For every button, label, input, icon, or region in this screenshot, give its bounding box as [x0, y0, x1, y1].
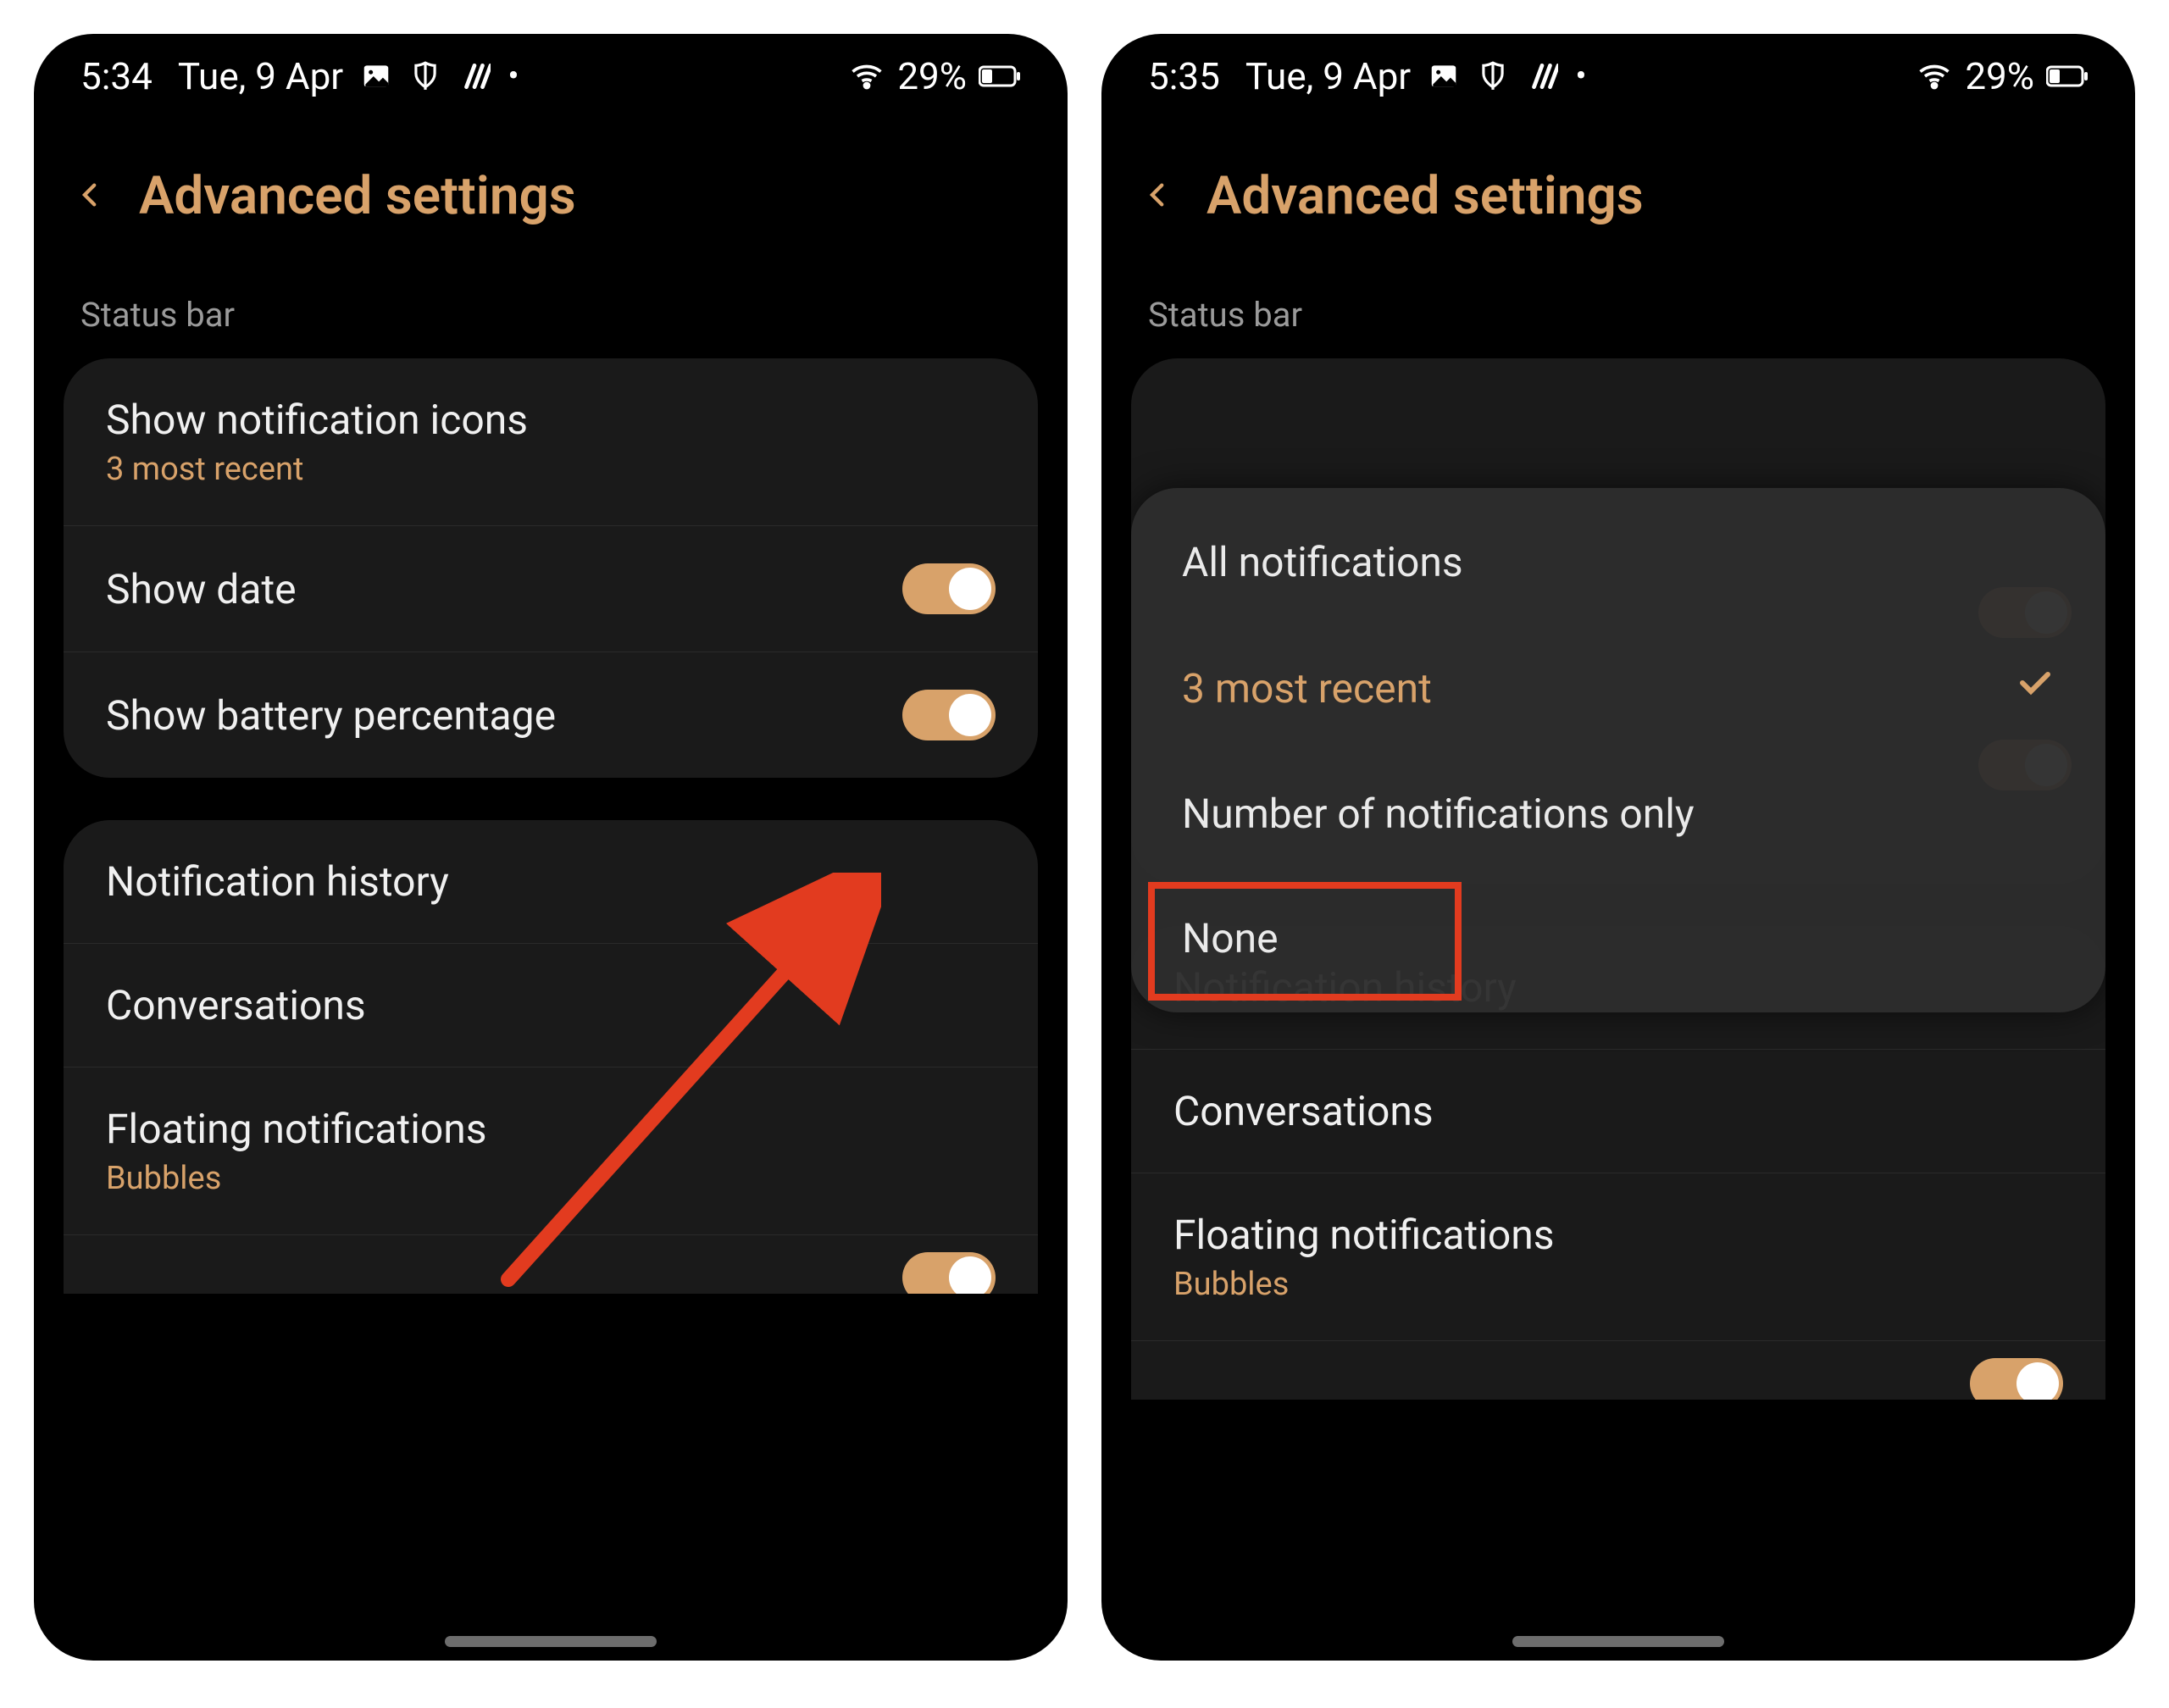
page-title: Advanced settings [1207, 165, 1644, 227]
shield-icon [409, 60, 441, 92]
row-title: Floating notifications [106, 1105, 996, 1153]
status-bar: 5:35 Tue, 9 Apr • 29% [1101, 34, 2135, 119]
option-3-most-recent[interactable]: 3 most recent [1131, 624, 2105, 751]
row-show-battery-percentage[interactable]: Show battery percentage [64, 652, 1038, 778]
row-title: Show battery percentage [106, 691, 902, 740]
row-notification-history[interactable]: Notification history [64, 820, 1038, 943]
toggle-show-date[interactable] [902, 563, 996, 614]
row-conversations[interactable]: Conversations [64, 943, 1038, 1067]
chevron-left-icon [1144, 180, 1173, 209]
option-label: None [1182, 914, 1279, 962]
row-title: Conversations [1173, 1087, 2063, 1135]
option-none[interactable]: None [1131, 876, 2105, 1001]
row-partial [1131, 1340, 2105, 1400]
row-show-date[interactable]: Show date [64, 525, 1038, 652]
row-title: Conversations [106, 981, 996, 1029]
section-label-status-bar: Status bar [34, 269, 1068, 358]
toggle-partial[interactable] [902, 1252, 996, 1295]
row-show-notification-icons[interactable]: Show notification icons 3 most recent [64, 358, 1038, 525]
option-label: All notifications [1182, 538, 1463, 586]
page-header: Advanced settings [34, 119, 1068, 269]
shield-icon [1477, 60, 1509, 92]
stripes-icon [458, 60, 491, 92]
navigation-bar-pill[interactable] [1512, 1636, 1724, 1647]
row-subtitle: 3 most recent [106, 451, 996, 488]
wifi-icon [848, 58, 885, 95]
status-bar: 5:34 Tue, 9 Apr • 29% [34, 34, 1068, 119]
option-number-only[interactable]: Number of notifications only [1131, 751, 2105, 876]
option-all-notifications[interactable]: All notifications [1131, 500, 2105, 624]
row-title: Show date [106, 565, 902, 613]
status-date: Tue, 9 Apr [1245, 54, 1411, 98]
page-header: Advanced settings [1101, 119, 2135, 269]
row-floating-notifications[interactable]: Floating notifications Bubbles [64, 1067, 1038, 1234]
status-battery-text: 29% [1965, 54, 2034, 98]
option-label: 3 most recent [1182, 664, 1432, 713]
phone-right: 5:35 Tue, 9 Apr • 29% Advanced settings … [1101, 34, 2135, 1661]
status-time: 5:35 [1148, 54, 1220, 98]
check-icon [2014, 663, 2055, 713]
toggle-partial[interactable] [1970, 1358, 2063, 1400]
status-time: 5:34 [80, 54, 153, 98]
card-notifications: Notification history Conversations Float… [64, 820, 1038, 1294]
battery-icon [2046, 64, 2089, 89]
status-battery-text: 29% [897, 54, 967, 98]
image-icon [1428, 60, 1460, 92]
phone-left: 5:34 Tue, 9 Apr • 29% Advanced settings … [34, 34, 1068, 1661]
card-status-bar: Show notification icons 3 most recent Sh… [64, 358, 1038, 778]
chevron-left-icon [76, 180, 105, 209]
row-conversations[interactable]: Conversations [1131, 1049, 2105, 1173]
row-title: Show notification icons [106, 396, 996, 444]
navigation-bar-pill[interactable] [445, 1636, 657, 1647]
option-label: Number of notifications only [1182, 790, 1695, 838]
row-title: Floating notifications [1173, 1211, 2063, 1259]
section-label-status-bar: Status bar [1101, 269, 2135, 358]
stripes-icon [1526, 60, 1558, 92]
status-date: Tue, 9 Apr [178, 54, 343, 98]
row-subtitle: Bubbles [1173, 1266, 2063, 1303]
row-partial [64, 1234, 1038, 1294]
image-icon [360, 60, 392, 92]
row-floating-notifications[interactable]: Floating notifications Bubbles [1131, 1173, 2105, 1340]
notification-icons-popup: All notifications 3 most recent Number o… [1131, 488, 2105, 1012]
back-button[interactable] [76, 180, 105, 213]
back-button[interactable] [1144, 180, 1173, 213]
battery-icon [979, 64, 1021, 89]
wifi-icon [1916, 58, 1953, 95]
page-title: Advanced settings [139, 165, 576, 227]
row-title: Notification history [106, 857, 996, 906]
row-subtitle: Bubbles [106, 1160, 996, 1197]
toggle-show-battery-percentage[interactable] [902, 690, 996, 740]
